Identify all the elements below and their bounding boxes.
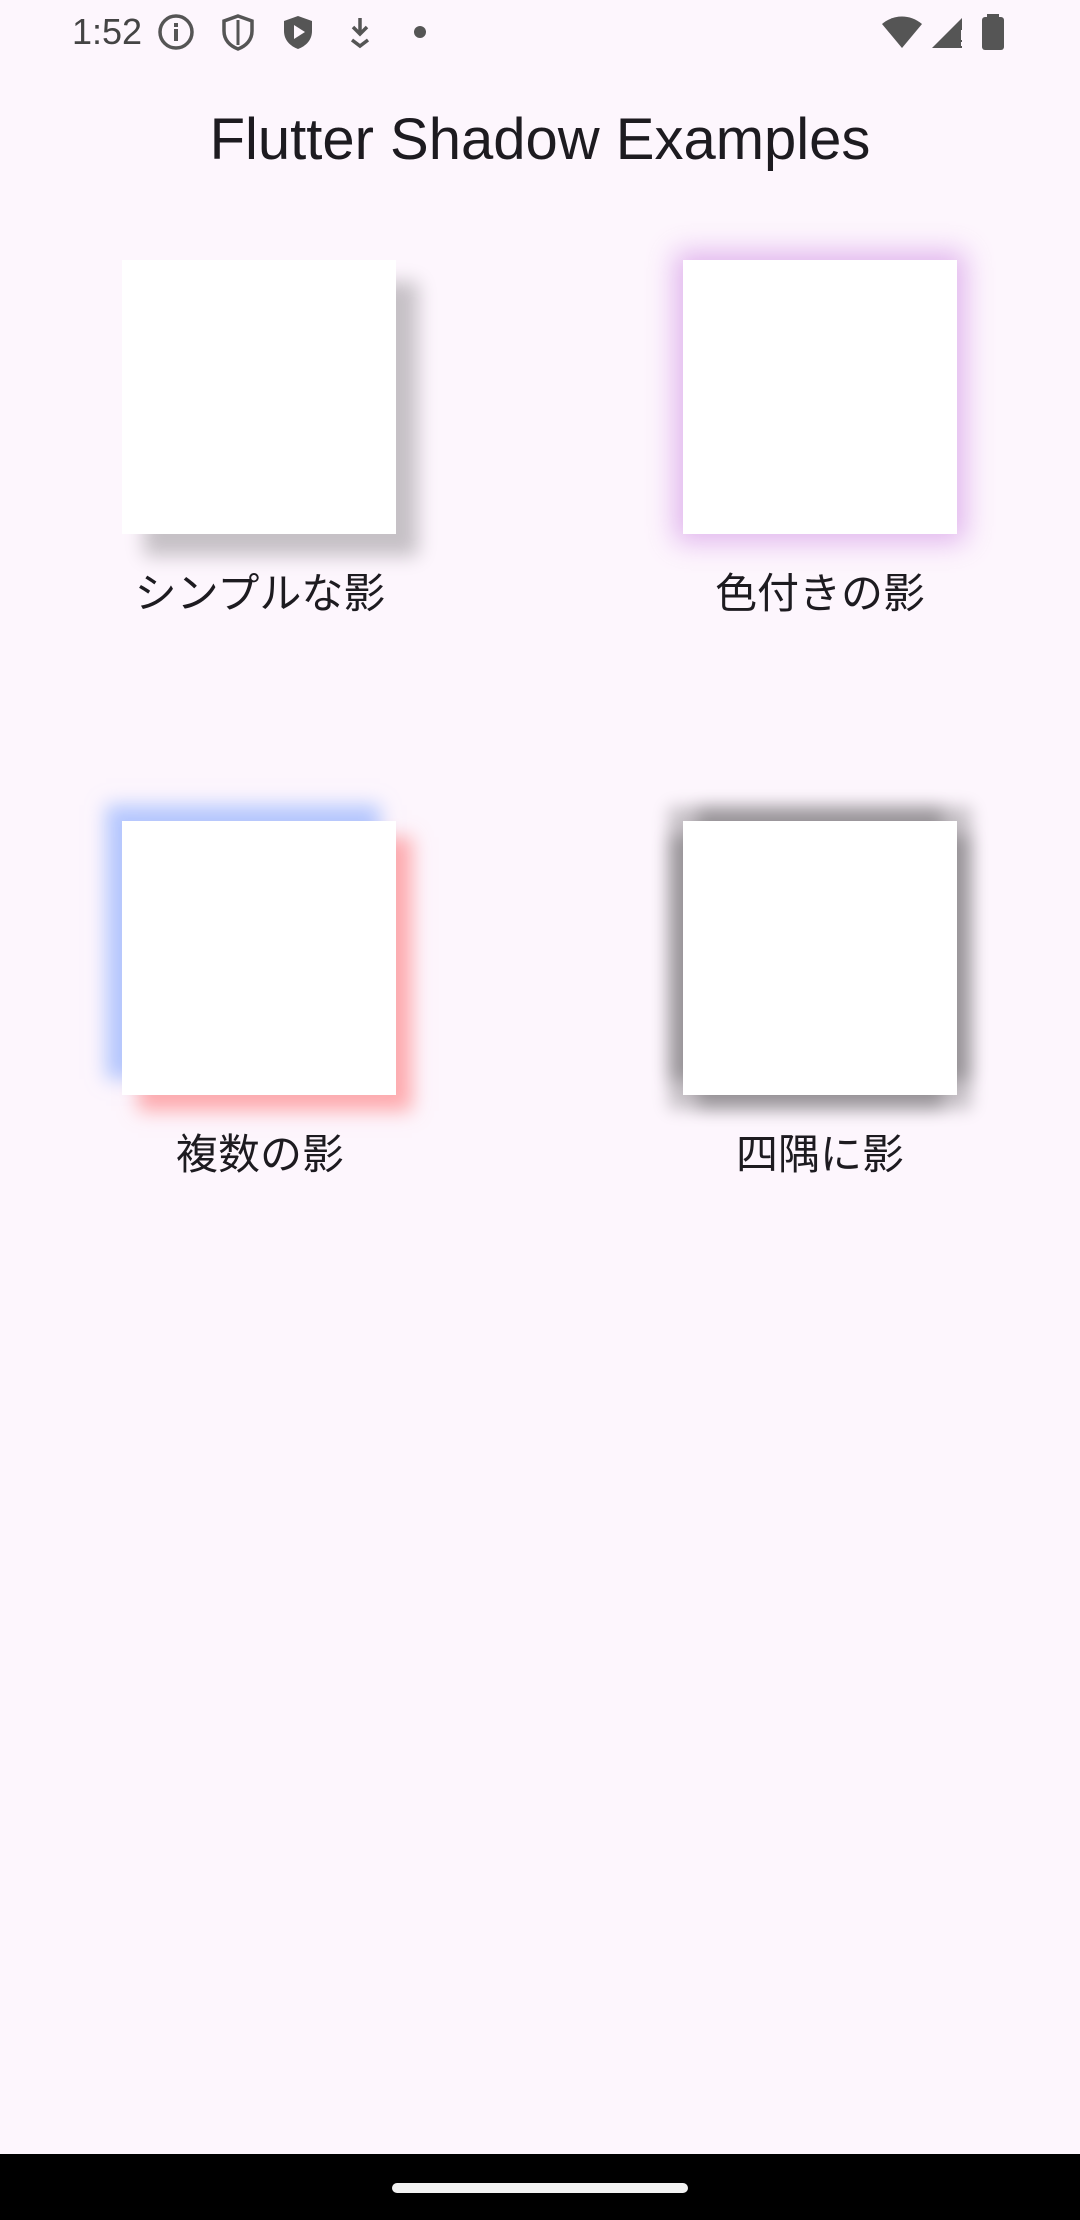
- shadow-box: [122, 821, 396, 1095]
- example-label: 色付きの影: [714, 569, 925, 618]
- status-time: 1:52: [72, 11, 143, 52]
- dot-icon: [400, 12, 440, 52]
- example-label: 四隅に影: [735, 1130, 904, 1179]
- example-corner-shadow: 四隅に影: [630, 821, 1010, 1191]
- example-label: 複数の影: [175, 1130, 344, 1179]
- navigation-bar: [0, 2154, 1080, 2220]
- shield-outline-icon: [218, 12, 258, 52]
- battery-icon: [978, 12, 1008, 52]
- example-multiple-shadow: 複数の影: [70, 821, 450, 1191]
- status-bar: 1:52: [0, 0, 1080, 64]
- example-label: シンプルな影: [134, 569, 386, 618]
- example-simple-shadow: シンプルな影: [70, 260, 450, 630]
- wifi-icon: [880, 12, 924, 52]
- page-title: Flutter Shadow Examples: [209, 107, 871, 172]
- signal-icon: [928, 12, 968, 52]
- shadow-box: [683, 821, 957, 1095]
- download-icon: [340, 12, 380, 52]
- shield-play-icon: [278, 12, 318, 52]
- shadow-box: [122, 260, 396, 534]
- example-colored-shadow: 色付きの影: [630, 260, 1010, 630]
- home-gesture-handle[interactable]: [392, 2183, 688, 2193]
- shadow-box: [683, 260, 957, 534]
- info-icon: [156, 12, 196, 52]
